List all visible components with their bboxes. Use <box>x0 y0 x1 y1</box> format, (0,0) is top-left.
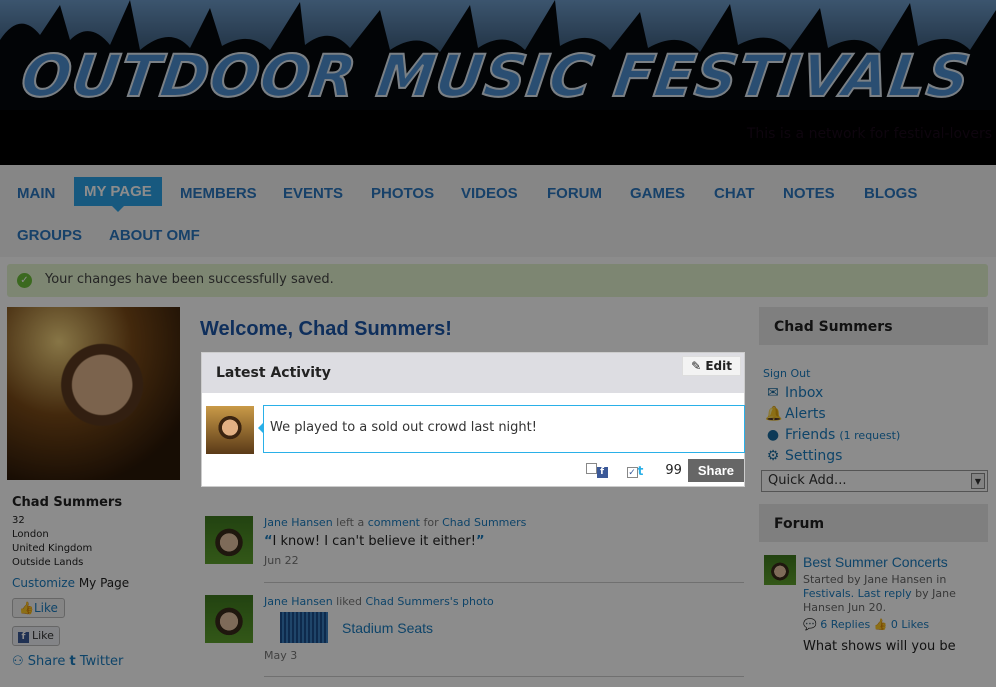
twitter-checkbox[interactable]: ✓ <box>626 466 638 478</box>
edit-button[interactable]: ✎ Edit <box>682 356 741 376</box>
activity-title: Latest Activity <box>202 353 744 393</box>
facebook-share-toggle[interactable]: f <box>585 463 611 478</box>
share-button[interactable]: Share <box>687 459 744 482</box>
activity-footer: f ✓ t 99 Share <box>585 459 744 482</box>
edit-label: Edit <box>705 359 732 373</box>
avatar[interactable] <box>206 406 254 454</box>
activity-title-text: Latest Activity <box>216 365 331 381</box>
facebook-checkbox[interactable] <box>585 463 597 474</box>
status-input[interactable]: We played to a sold out crowd last night… <box>258 405 745 453</box>
twitter-share-toggle[interactable]: ✓ t <box>626 463 644 478</box>
pencil-icon: ✎ <box>691 359 702 373</box>
character-count: 99 <box>665 463 682 478</box>
twitter-icon: t <box>637 463 644 478</box>
facebook-icon: f <box>596 467 608 478</box>
latest-activity-box: Latest Activity ✎ Edit We played to a so… <box>201 352 745 487</box>
page-dim-overlay <box>0 0 996 687</box>
